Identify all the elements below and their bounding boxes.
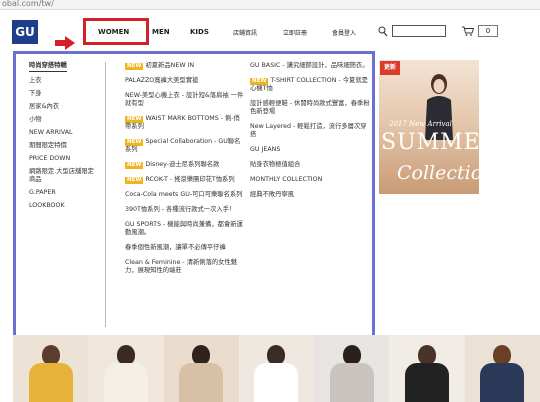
feature-link[interactable]: Coca-Cola meets GU-可口可樂聯名系列	[125, 191, 245, 199]
feature-link-label: NEW-美型心機上衣 - 設計短&落肩袖 一件就有型	[125, 92, 244, 107]
feature-link-label: GU SPORTS - 機能與時尚兼備，都會新運動風潮。	[125, 221, 243, 236]
model-photo[interactable]	[464, 335, 540, 402]
banner-subtitle: 2017 New Arrival	[389, 120, 452, 128]
menu-divider	[105, 62, 106, 327]
category-item[interactable]: 期間限定特價	[29, 142, 99, 150]
category-item[interactable]: PRICE DOWN	[29, 155, 99, 163]
gu-logo[interactable]: GU	[12, 20, 38, 44]
category-item[interactable]: 下身	[29, 90, 99, 98]
nav-kids[interactable]: KIDS	[190, 28, 209, 36]
feature-link[interactable]: NEW 初夏新品NEW IN	[125, 62, 245, 70]
model-photo[interactable]	[163, 335, 239, 402]
feature-link-label: GU JEANS	[250, 146, 281, 153]
feature-link[interactable]: 春季個性新風潮，讓單不必傳平仔褲	[125, 244, 245, 252]
model-photo[interactable]	[13, 335, 89, 402]
model-photo[interactable]	[389, 335, 465, 402]
feature-link-label: GU BASIC - 講究細節設計，品味細簡衣。	[250, 62, 369, 69]
red-arrow-icon	[55, 36, 75, 50]
feature-link[interactable]: 貼身衣物極值組合	[250, 161, 370, 169]
model-photo[interactable]	[314, 335, 390, 402]
feature-link[interactable]: MONTHLY COLLECTION	[250, 176, 370, 184]
new-badge: NEW	[125, 162, 144, 169]
feature-link-label: Coca-Cola meets GU-可口可樂聯名系列	[125, 191, 243, 198]
new-badge: NEW	[125, 177, 144, 184]
banner-script-title: Collection	[397, 162, 479, 184]
feature-link[interactable]: NEW Disney-迪士尼系列聯名款	[125, 161, 245, 169]
feature-link-label: MONTHLY COLLECTION	[250, 176, 323, 183]
category-list: 時尚穿搭特輯 上衣 下身 居家&內衣 小物 NEW ARRIVAL 期間限定特價…	[29, 62, 99, 215]
feature-link[interactable]: NEW T-SHIRT COLLECTION - 今夏就是心機T恤	[250, 77, 370, 93]
feature-link-label: RCOK-T - 搖滾樂團印花T恤系列	[145, 176, 235, 183]
feature-link-label: 初夏新品NEW IN	[145, 62, 195, 69]
category-item[interactable]: 時尚穿搭特輯	[29, 62, 67, 72]
model-photo[interactable]	[88, 335, 164, 402]
feature-link-label: 春季個性新風潮，讓單不必傳平仔褲	[125, 244, 226, 251]
search-icon[interactable]	[378, 25, 388, 37]
feature-link-label: 貼身衣物極值組合	[250, 161, 301, 168]
nav-register[interactable]: 立即註冊	[283, 28, 307, 37]
feature-link-label: 經典不敗丹寧風	[250, 191, 295, 198]
nav-stores[interactable]: 店鋪資訊	[233, 28, 257, 37]
category-item[interactable]: G.PAPER	[29, 189, 99, 197]
women-mega-menu: 時尚穿搭特輯 上衣 下身 居家&內衣 小物 NEW ARRIVAL 期間限定特價…	[13, 51, 375, 349]
category-item[interactable]: NEW ARRIVAL	[29, 129, 99, 137]
category-item[interactable]: 小物	[29, 116, 99, 124]
category-item[interactable]: LOOKBOOK	[29, 202, 99, 210]
feature-link[interactable]: 設計感輕便鞋 - 休閒時尚款式豐富，春季粉色新登場	[250, 100, 370, 116]
url-text: obal.com/tw/	[2, 0, 54, 8]
feature-link[interactable]: NEW WAIST MARK BOTTOMS - 俐-俏帶系列	[125, 115, 245, 131]
feature-link[interactable]: 經典不敗丹寧風	[250, 191, 370, 199]
feature-link[interactable]: New Layered - 輕鬆打造，流行多層次穿搭	[250, 123, 370, 139]
feature-link[interactable]: GU JEANS	[250, 146, 370, 154]
cart-count[interactable]: 0	[478, 25, 498, 37]
new-badge: NEW	[250, 78, 269, 85]
women-highlight-box	[83, 18, 149, 45]
banner-title: SUMMER	[381, 130, 479, 155]
feature-link[interactable]: NEW RCOK-T - 搖滾樂團印花T恤系列	[125, 176, 245, 184]
search-input[interactable]	[392, 25, 446, 37]
category-item[interactable]: 上衣	[29, 77, 99, 85]
feature-link[interactable]: PALAZZO寬褲大美型實搶	[125, 77, 245, 85]
feature-link-label: PALAZZO寬褲大美型實搶	[125, 77, 199, 84]
feature-link[interactable]: 390T恤系列 - 各種流行款式一次入手！	[125, 206, 245, 214]
feature-link-label: 設計感輕便鞋 - 休閒時尚款式豐富，春季粉色新登場	[250, 100, 370, 115]
feature-link[interactable]: GU SPORTS - 機能與時尚兼備，都會新運動風潮。	[125, 221, 245, 237]
category-item[interactable]: 網路限定.大型店舖限定商品	[29, 168, 99, 184]
feature-link-label: 390T恤系列 - 各種流行款式一次入手！	[125, 206, 236, 213]
model-photo[interactable]	[238, 335, 315, 402]
feature-link-label: Clean & Feminine - 清新俐落的女性魅力，展現知性的端莊	[125, 259, 238, 274]
category-item[interactable]: 居家&內衣	[29, 103, 99, 111]
feature-link[interactable]: GU BASIC - 講究細節設計，品味細簡衣。	[250, 62, 370, 70]
new-badge: NEW	[125, 63, 144, 70]
feature-link-label: New Layered - 輕鬆打造，流行多層次穿搭	[250, 123, 367, 138]
summer-collection-banner[interactable]: 更新 2017 New Arrival SUMMER Collection	[379, 60, 479, 194]
browser-address-bar[interactable]: obal.com/tw/	[0, 0, 540, 10]
feature-link-label: Disney-迪士尼系列聯名款	[145, 161, 220, 168]
feature-list-middle: NEW 初夏新品NEW IN PALAZZO寬褲大美型實搶 NEW-美型心機上衣 …	[125, 62, 245, 282]
new-badge: NEW	[125, 116, 144, 123]
nav-men[interactable]: MEN	[152, 28, 170, 36]
feature-link[interactable]: NEW Special Collaboration - GU聯名系列	[125, 138, 245, 154]
cart-icon[interactable]	[462, 26, 474, 36]
banner-badge: 更新	[380, 61, 400, 75]
new-badge: NEW	[125, 139, 144, 146]
model-photo-strip	[13, 335, 540, 402]
feature-link[interactable]: NEW-美型心機上衣 - 設計短&落肩袖 一件就有型	[125, 92, 245, 108]
feature-list-right: GU BASIC - 講究細節設計，品味細簡衣。 NEW T-SHIRT COLL…	[250, 62, 370, 206]
feature-link[interactable]: Clean & Feminine - 清新俐落的女性魅力，展現知性的端莊	[125, 259, 245, 275]
nav-login[interactable]: 會員登入	[332, 28, 356, 37]
